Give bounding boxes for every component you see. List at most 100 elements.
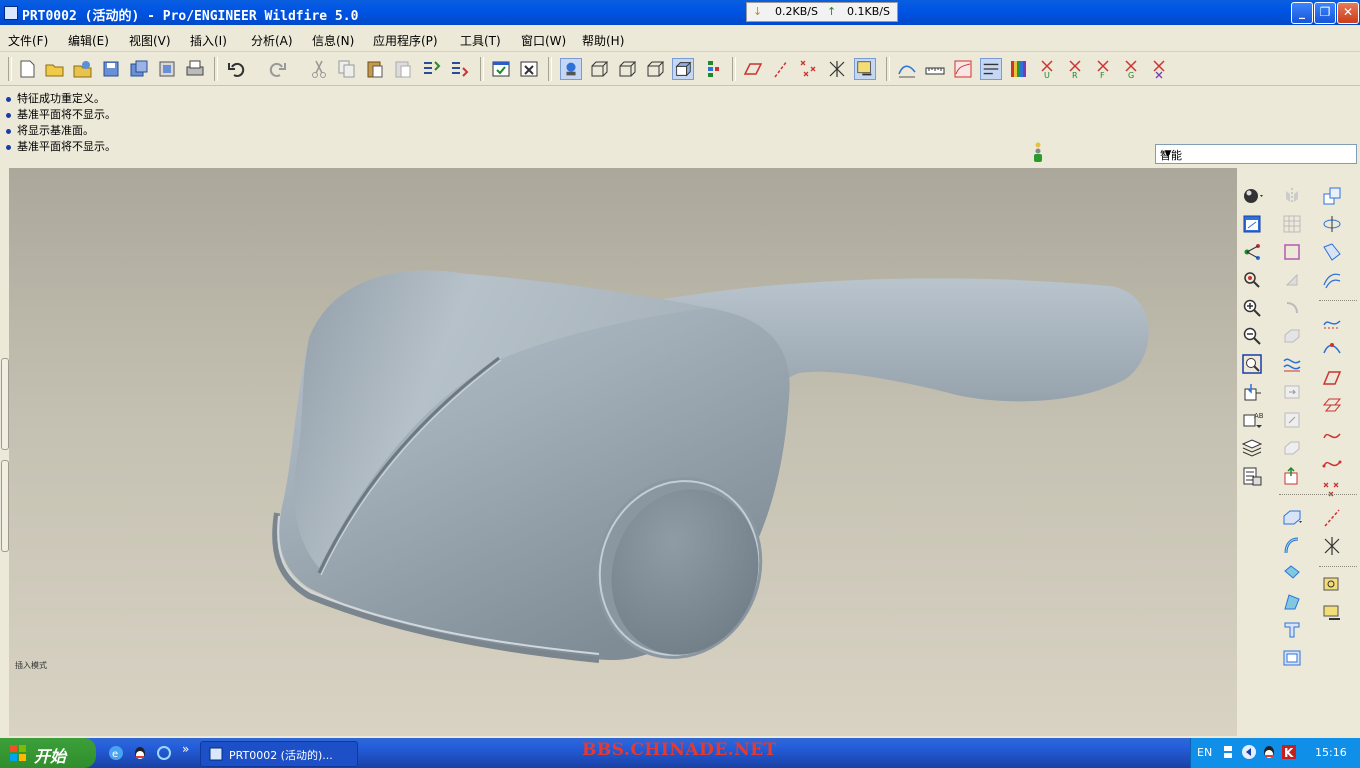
- menu-view[interactable]: 视图(V): [129, 32, 171, 49]
- datum-point-display-icon[interactable]: [798, 58, 820, 80]
- backup-icon[interactable]: [156, 58, 178, 80]
- quicklaunch-more-icon[interactable]: »: [182, 742, 189, 756]
- datum-axis-icon[interactable]: [1321, 507, 1343, 529]
- quicklaunch-browser-icon[interactable]: [156, 745, 172, 761]
- menu-file[interactable]: 文件(F): [8, 32, 48, 49]
- taskbar-window-button[interactable]: PRT0002 (活动的)...: [200, 741, 358, 767]
- reorient-icon[interactable]: [1241, 381, 1263, 403]
- datum-plane-display-icon[interactable]: [742, 58, 764, 80]
- sash-handle[interactable]: [1, 460, 9, 552]
- paste-icon[interactable]: [364, 58, 386, 80]
- quicklaunch-ie-icon[interactable]: e: [108, 745, 124, 761]
- appearance-gallery-icon[interactable]: [1241, 185, 1263, 207]
- 3d-model[interactable]: [9, 168, 1237, 736]
- merge-icon[interactable]: [1281, 381, 1303, 403]
- sash-handle[interactable]: [1, 358, 9, 450]
- named-views-icon[interactable]: [560, 58, 582, 80]
- paste-special-icon[interactable]: [392, 58, 414, 80]
- offset-icon[interactable]: [1281, 465, 1303, 487]
- menu-analysis[interactable]: 分析(A): [251, 32, 293, 49]
- view-table-icon[interactable]: [1241, 465, 1263, 487]
- extrude-icon[interactable]: [1281, 507, 1303, 529]
- regenerate-icon[interactable]: [420, 58, 442, 80]
- start-button[interactable]: 开始: [0, 738, 96, 768]
- intersect-icon[interactable]: [1281, 409, 1303, 431]
- measure-icon[interactable]: [924, 58, 946, 80]
- graph-analysis-icon[interactable]: [952, 58, 974, 80]
- orient-mode-icon[interactable]: [1241, 269, 1263, 291]
- language-indicator[interactable]: EN: [1197, 746, 1212, 759]
- analysis-feature-icon[interactable]: [1321, 575, 1343, 597]
- pattern-icon[interactable]: [1281, 213, 1303, 235]
- print-icon[interactable]: [184, 58, 206, 80]
- round-icon[interactable]: [1281, 297, 1303, 319]
- saved-analysis-r-icon[interactable]: R: [1064, 58, 1086, 80]
- datum-curve-through-points-icon[interactable]: [1321, 339, 1343, 361]
- hidden-line-icon[interactable]: [616, 58, 638, 80]
- saved-analysis-f-icon[interactable]: F: [1092, 58, 1114, 80]
- menu-applications[interactable]: 应用程序(P): [373, 32, 438, 49]
- selection-filter-select[interactable]: 智能 ▼: [1155, 144, 1357, 164]
- undo-icon[interactable]: [226, 58, 248, 80]
- spline-icon[interactable]: [1321, 423, 1343, 445]
- quicklaunch-qq-icon[interactable]: [132, 745, 148, 761]
- no-hidden-icon[interactable]: [644, 58, 666, 80]
- rib-icon[interactable]: [1281, 619, 1303, 641]
- minimize-button[interactable]: _: [1291, 2, 1313, 24]
- window-activate-icon[interactable]: [490, 58, 512, 80]
- sweep-icon[interactable]: [1321, 241, 1343, 263]
- tray-qq-icon[interactable]: [1261, 744, 1277, 760]
- chevron-down-icon[interactable]: ▼: [1160, 145, 1176, 163]
- redo-icon[interactable]: [266, 58, 288, 80]
- zoom-in-icon[interactable]: [1241, 297, 1263, 319]
- extend-icon[interactable]: [1281, 437, 1303, 459]
- save-icon[interactable]: [100, 58, 122, 80]
- trim-icon[interactable]: [1281, 269, 1303, 291]
- curvature-analysis-icon[interactable]: [896, 58, 918, 80]
- view-manager-icon[interactable]: AB: [1241, 409, 1263, 431]
- open-folder-icon[interactable]: [44, 58, 66, 80]
- edge-round-icon[interactable]: [1281, 563, 1303, 585]
- draft-icon[interactable]: [1281, 591, 1303, 613]
- tray-antivirus-icon[interactable]: K: [1281, 744, 1297, 760]
- new-file-icon[interactable]: [16, 58, 38, 80]
- shell-icon[interactable]: [1281, 325, 1303, 347]
- menu-insert[interactable]: 插入(I): [190, 32, 227, 49]
- copy-icon[interactable]: [336, 58, 358, 80]
- sketch-icon[interactable]: [1281, 241, 1303, 263]
- menu-edit[interactable]: 编辑(E): [68, 32, 109, 49]
- wireframe-icon[interactable]: [588, 58, 610, 80]
- saved-analysis-x-icon[interactable]: [1148, 58, 1170, 80]
- section-analysis-icon[interactable]: [980, 58, 1002, 80]
- boundary-blend-icon[interactable]: [1321, 269, 1343, 291]
- tray-network-icon[interactable]: [1241, 744, 1257, 760]
- annotation-display-icon[interactable]: [854, 58, 876, 80]
- sketched-curve-icon[interactable]: [1321, 395, 1343, 417]
- datum-plane-icon[interactable]: [1321, 367, 1343, 389]
- menu-window[interactable]: 窗口(W): [521, 32, 566, 49]
- annotation-feature-icon[interactable]: [1321, 603, 1343, 625]
- menu-help[interactable]: 帮助(H): [582, 32, 624, 49]
- coordinate-system-icon[interactable]: [1321, 535, 1343, 557]
- saved-analysis-u-icon[interactable]: U: [1036, 58, 1058, 80]
- cut-icon[interactable]: [308, 58, 330, 80]
- regenerate-manager-icon[interactable]: [448, 58, 470, 80]
- spin-center-icon[interactable]: [1241, 241, 1263, 263]
- color-map-icon[interactable]: [1008, 58, 1030, 80]
- datum-csys-display-icon[interactable]: [826, 58, 848, 80]
- restore-button[interactable]: ❐: [1314, 2, 1336, 24]
- datum-axis-display-icon[interactable]: [770, 58, 792, 80]
- revolve-icon[interactable]: [1321, 213, 1343, 235]
- open-workspace-icon[interactable]: [72, 58, 94, 80]
- layers-icon[interactable]: [1241, 437, 1263, 459]
- menu-info[interactable]: 信息(N): [312, 32, 354, 49]
- model-tree-icon[interactable]: [702, 58, 724, 80]
- close-button[interactable]: ✕: [1337, 2, 1359, 24]
- copy-geometry-icon[interactable]: [1321, 185, 1343, 207]
- menu-tools[interactable]: 工具(T): [460, 32, 501, 49]
- saved-analysis-g-icon[interactable]: G: [1120, 58, 1142, 80]
- datum-point-icon[interactable]: [1321, 479, 1343, 501]
- input-method-icon[interactable]: [1221, 744, 1235, 762]
- repaint-icon[interactable]: [1241, 213, 1263, 235]
- style-curve-icon[interactable]: [1281, 353, 1303, 375]
